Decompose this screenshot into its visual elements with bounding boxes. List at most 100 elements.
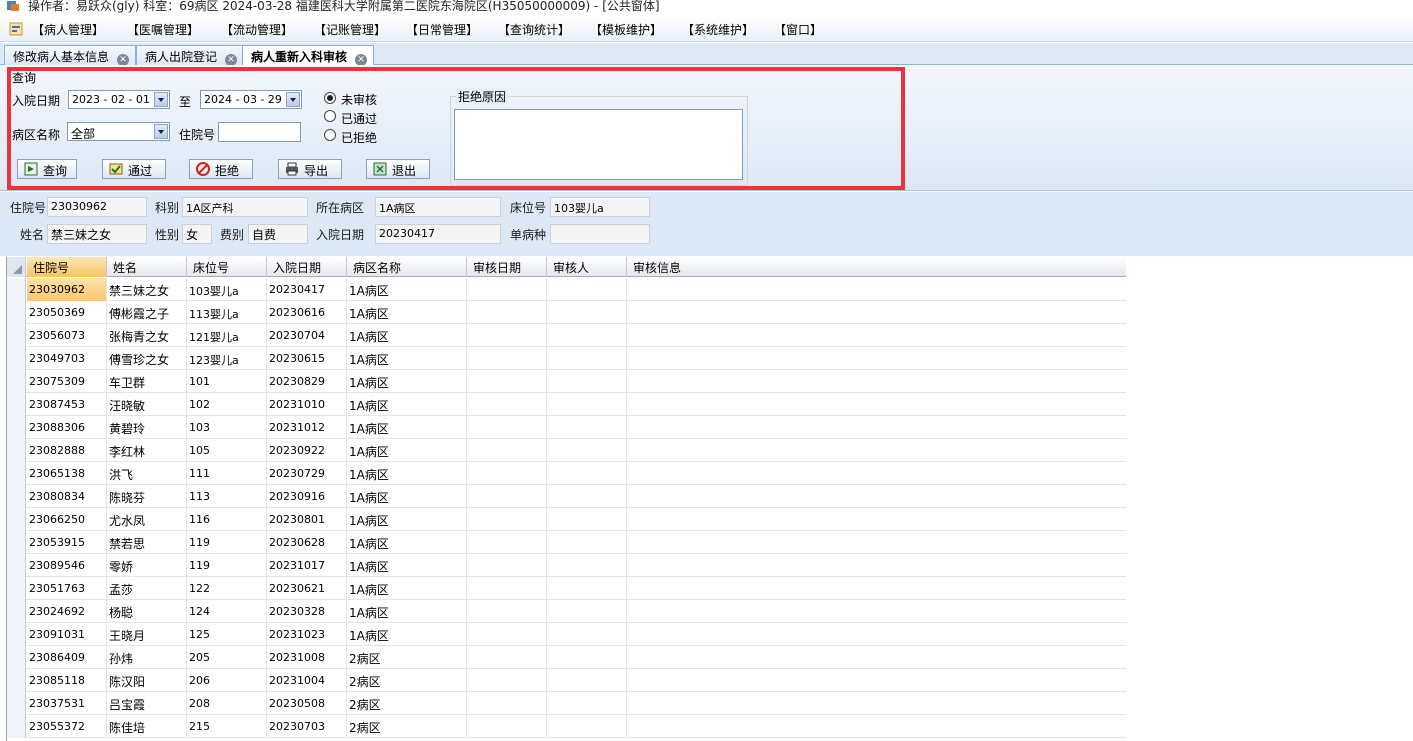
table-cell[interactable] xyxy=(627,416,1126,439)
table-cell[interactable]: 1A病区 xyxy=(347,439,467,462)
table-cell[interactable]: 23075309 xyxy=(27,370,107,393)
query-button[interactable]: 查询 xyxy=(17,159,77,179)
table-cell[interactable] xyxy=(627,462,1126,485)
table-cell[interactable] xyxy=(627,646,1126,669)
table-row[interactable]: 23049703 傅雪珍之女 123婴儿a 20230615 1A病区 xyxy=(7,347,1126,370)
table-cell[interactable]: 车卫群 xyxy=(107,370,187,393)
menu-window[interactable]: 【窗口】 xyxy=(774,21,822,38)
table-cell[interactable] xyxy=(547,416,627,439)
table-cell[interactable]: 1A病区 xyxy=(347,416,467,439)
radio-approved[interactable] xyxy=(324,110,336,122)
table-row[interactable]: 23080834 陈晓芬 113 20230916 1A病区 xyxy=(7,485,1126,508)
reject-button[interactable]: 拒绝 xyxy=(189,159,253,179)
table-cell[interactable]: 1A病区 xyxy=(347,301,467,324)
table-cell[interactable] xyxy=(547,715,627,738)
table-cell[interactable]: 20231017 xyxy=(267,554,347,577)
table-row[interactable]: 23051763 孟莎 122 20230621 1A病区 xyxy=(7,577,1126,600)
row-header[interactable] xyxy=(7,370,26,393)
inpatient-no-input[interactable] xyxy=(218,122,301,142)
table-cell[interactable]: 吕宝霞 xyxy=(107,692,187,715)
row-header[interactable] xyxy=(7,485,26,508)
table-cell[interactable]: 1A病区 xyxy=(347,531,467,554)
table-cell[interactable]: 119 xyxy=(187,531,267,554)
table-cell[interactable]: 20230916 xyxy=(267,485,347,508)
menu-system-maintenance[interactable]: 【系统维护】 xyxy=(682,21,754,38)
table-cell[interactable]: 215 xyxy=(187,715,267,738)
radio-rejected[interactable] xyxy=(324,129,336,141)
table-cell[interactable]: 20231010 xyxy=(267,393,347,416)
table-cell[interactable]: 1A病区 xyxy=(347,347,467,370)
table-cell[interactable]: 20230628 xyxy=(267,531,347,554)
col-header-review-date[interactable]: 审核日期 xyxy=(467,257,547,277)
table-cell[interactable]: 1A病区 xyxy=(347,577,467,600)
table-cell[interactable] xyxy=(627,485,1126,508)
table-cell[interactable] xyxy=(547,324,627,347)
date-from-picker[interactable]: 2023 - 02 - 01 xyxy=(68,90,170,109)
table-cell[interactable] xyxy=(467,439,547,462)
col-header-inpatient-no[interactable]: 住院号 xyxy=(27,257,107,277)
table-cell[interactable]: 23087453 xyxy=(27,393,107,416)
table-row[interactable]: 23082888 李红林 105 20230922 1A病区 xyxy=(7,439,1126,462)
table-cell[interactable] xyxy=(467,462,547,485)
table-cell[interactable]: 121婴儿a xyxy=(187,324,267,347)
table-cell[interactable]: 23082888 xyxy=(27,439,107,462)
table-cell[interactable] xyxy=(627,347,1126,370)
table-cell[interactable] xyxy=(547,370,627,393)
table-cell[interactable]: 23050369 xyxy=(27,301,107,324)
table-cell[interactable] xyxy=(547,623,627,646)
table-cell[interactable]: 122 xyxy=(187,577,267,600)
row-header[interactable] xyxy=(7,531,26,554)
table-cell[interactable]: 1A病区 xyxy=(347,554,467,577)
table-cell[interactable] xyxy=(547,347,627,370)
table-cell[interactable] xyxy=(627,531,1126,554)
table-row[interactable]: 23066250 尤水凤 116 20230801 1A病区 xyxy=(7,508,1126,531)
table-cell[interactable] xyxy=(467,554,547,577)
table-row[interactable]: 23030962 禁三妹之女 103婴儿a 20230417 1A病区 xyxy=(7,278,1126,301)
row-header[interactable] xyxy=(7,301,26,324)
table-cell[interactable] xyxy=(627,508,1126,531)
table-cell[interactable] xyxy=(627,301,1126,324)
table-cell[interactable] xyxy=(547,692,627,715)
menu-query-statistics[interactable]: 【查询统计】 xyxy=(498,21,570,38)
approve-button[interactable]: 通过 xyxy=(102,159,166,179)
table-cell[interactable]: 2病区 xyxy=(347,692,467,715)
table-cell[interactable]: 103婴儿a xyxy=(187,278,267,301)
table-cell[interactable] xyxy=(627,577,1126,600)
table-cell[interactable] xyxy=(547,278,627,301)
col-header-bed[interactable]: 床位号 xyxy=(187,257,267,277)
table-cell[interactable]: 20231023 xyxy=(267,623,347,646)
table-cell[interactable]: 208 xyxy=(187,692,267,715)
table-cell[interactable]: 傅雪珍之女 xyxy=(107,347,187,370)
table-cell[interactable]: 禁三妹之女 xyxy=(107,278,187,301)
table-cell[interactable] xyxy=(547,554,627,577)
table-cell[interactable] xyxy=(467,600,547,623)
row-header[interactable] xyxy=(7,462,26,485)
table-cell[interactable]: 零娇 xyxy=(107,554,187,577)
table-cell[interactable]: 陈佳培 xyxy=(107,715,187,738)
table-cell[interactable]: 1A病区 xyxy=(347,600,467,623)
table-cell[interactable]: 20230417 xyxy=(267,278,347,301)
menu-daily-management[interactable]: 【日常管理】 xyxy=(406,21,478,38)
table-cell[interactable]: 116 xyxy=(187,508,267,531)
table-cell[interactable]: 黄碧玲 xyxy=(107,416,187,439)
table-cell[interactable] xyxy=(547,508,627,531)
table-cell[interactable] xyxy=(547,669,627,692)
col-header-admit-date[interactable]: 入院日期 xyxy=(267,257,347,277)
table-row[interactable]: 23037531 吕宝霞 208 20230508 2病区 xyxy=(7,692,1126,715)
table-cell[interactable] xyxy=(467,370,547,393)
table-cell[interactable]: 103 xyxy=(187,416,267,439)
table-cell[interactable]: 杨聪 xyxy=(107,600,187,623)
table-cell[interactable]: 105 xyxy=(187,439,267,462)
table-cell[interactable]: 20230704 xyxy=(267,324,347,347)
table-cell[interactable] xyxy=(627,370,1126,393)
table-cell[interactable]: 1A病区 xyxy=(347,324,467,347)
table-cell[interactable]: 23065138 xyxy=(27,462,107,485)
table-cell[interactable]: 禁若思 xyxy=(107,531,187,554)
table-cell[interactable]: 洪飞 xyxy=(107,462,187,485)
select-all-corner[interactable] xyxy=(7,257,26,277)
table-cell[interactable]: 1A病区 xyxy=(347,393,467,416)
table-cell[interactable]: 23086409 xyxy=(27,646,107,669)
row-header[interactable] xyxy=(7,347,26,370)
table-cell[interactable]: 119 xyxy=(187,554,267,577)
table-cell[interactable]: 汪晓敏 xyxy=(107,393,187,416)
